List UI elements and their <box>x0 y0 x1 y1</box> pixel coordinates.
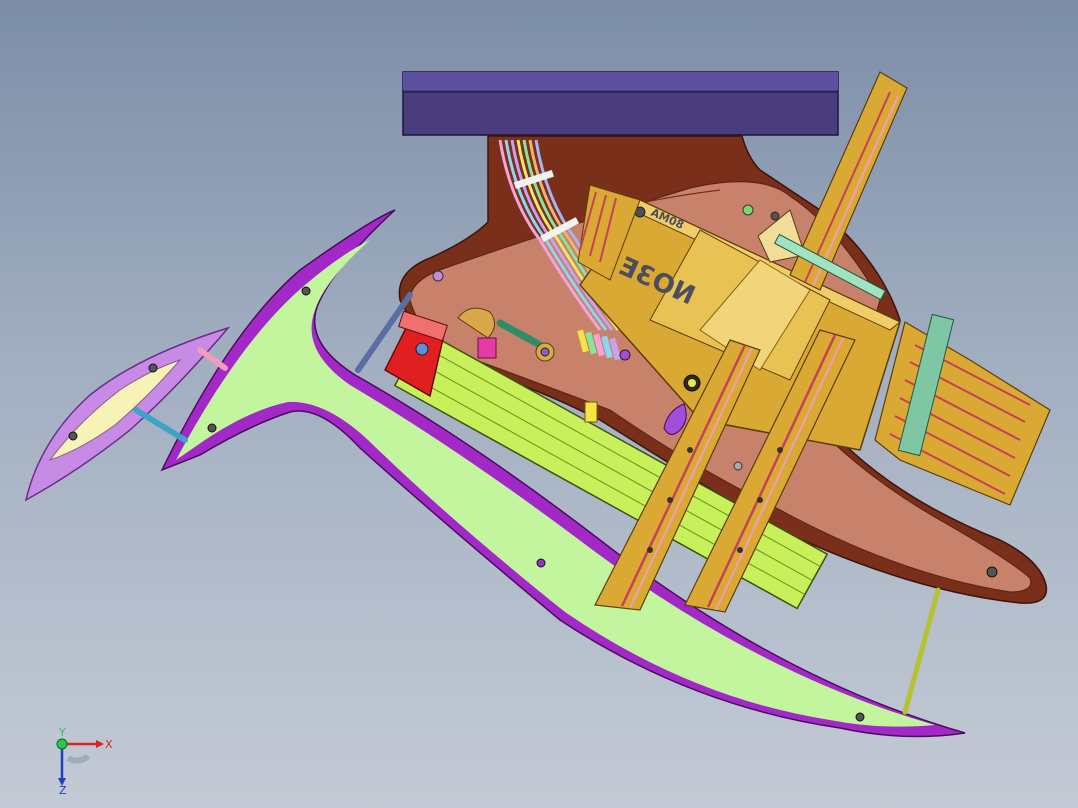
cad-viewport[interactable]: NO3E AM08 X Y Z <box>0 0 1078 808</box>
axis-triad-icon: X Y Z <box>56 728 113 794</box>
y-axis-label: Y <box>58 728 66 739</box>
z-axis-label: Z <box>59 784 67 794</box>
top-mounting-bar[interactable] <box>402 71 839 136</box>
assembly-model[interactable]: NO3E AM08 <box>0 0 1078 808</box>
right-harness-block[interactable] <box>874 313 1051 506</box>
x-axis-label: X <box>105 738 113 751</box>
